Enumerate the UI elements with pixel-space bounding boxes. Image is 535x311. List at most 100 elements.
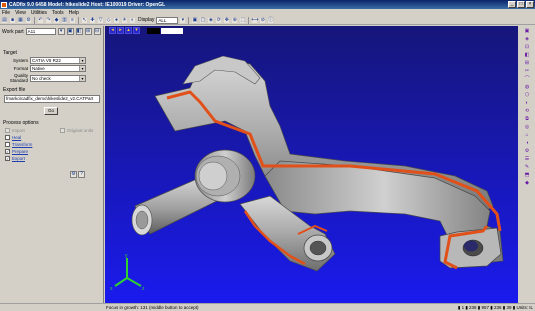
close-button[interactable]: ×	[526, 1, 534, 8]
undo-icon[interactable]: ↶	[37, 16, 44, 24]
shaded-icon[interactable]: ●	[113, 16, 120, 24]
process-settings-icon[interactable]: ⚙	[70, 171, 77, 178]
tool-icon-10[interactable]: ◐	[522, 100, 532, 107]
redo-icon[interactable]: ↷	[45, 16, 52, 24]
heal-checkbox[interactable]	[5, 135, 10, 140]
tool-icon-12[interactable]: ⧉	[522, 116, 532, 123]
tool-icon-8[interactable]: ◍	[522, 84, 532, 91]
display-dropdown-icon[interactable]: ▾	[179, 16, 187, 24]
filter-icon[interactable]: ▽	[97, 16, 104, 24]
tool-icon-15[interactable]: ◑	[522, 140, 532, 147]
system-select[interactable]: CATIA V5 R22 ▾	[30, 57, 86, 64]
tool-icon-19[interactable]: ⬒	[522, 172, 532, 179]
option-export[interactable]: ✓ Export	[5, 156, 25, 161]
part-tool-icon-1[interactable]: ▣	[66, 28, 74, 35]
section-icon[interactable]: ⊘	[259, 16, 267, 24]
heal-label: Heal	[12, 135, 22, 140]
status-message: Focus in growth: 131 (middle button to a…	[106, 305, 199, 310]
pick-icon[interactable]: ✚	[89, 16, 96, 24]
swatch-black[interactable]	[147, 27, 160, 34]
process-help-icon[interactable]: ?	[78, 171, 85, 178]
option-original-units[interactable]: Original units	[60, 128, 93, 133]
chevron-down-icon[interactable]: ▾	[79, 58, 85, 63]
work-part-select[interactable]: A11	[25, 28, 56, 35]
part-tool-icon-2[interactable]: ◧	[75, 28, 83, 35]
tool-icon-5[interactable]: ⊞	[522, 60, 532, 67]
tool-icon-6[interactable]: ✂	[522, 68, 532, 75]
tool-icon-4[interactable]: ◧	[522, 52, 532, 59]
export-group-title: Export file	[3, 87, 26, 93]
original-units-checkbox[interactable]	[60, 128, 65, 133]
view-iso-icon[interactable]: ◈	[207, 16, 215, 24]
export-file-input[interactable]: fmarko\cadfix_demo\hikeslide2_v2.CATPart	[4, 95, 100, 103]
open-icon[interactable]: ▤	[1, 16, 8, 24]
view-nav-icon-4[interactable]: ▾	[133, 27, 140, 34]
menu-file[interactable]: File	[2, 10, 10, 16]
window-title: CADfix 9.0 6458 Model: hikeslide2 Host: …	[9, 1, 166, 8]
model-icon[interactable]: ◆	[53, 16, 60, 24]
rotate-icon[interactable]: ⟳	[215, 16, 223, 24]
tool-icon-1[interactable]: ▣	[522, 28, 532, 35]
tool-icon-2[interactable]: ◈	[522, 36, 532, 43]
view-top-icon[interactable]: ▢	[199, 16, 207, 24]
tool-icon-14[interactable]: ⌂	[522, 132, 532, 139]
import-label: Import	[12, 128, 25, 133]
minimize-button[interactable]: _	[508, 1, 516, 8]
info-icon[interactable]: ⓘ	[267, 16, 275, 24]
view-front-icon[interactable]: ▣	[191, 16, 199, 24]
pan-icon[interactable]: ✥	[223, 16, 231, 24]
settings-icon[interactable]: ⚙	[25, 16, 32, 24]
work-part-dropdown-icon[interactable]: ▾	[57, 28, 65, 35]
tool-icon-13[interactable]: ◎	[522, 124, 532, 131]
menu-help[interactable]: Help	[69, 10, 79, 16]
format-select[interactable]: Native ▾	[30, 65, 86, 72]
print-icon[interactable]: ▦	[17, 16, 24, 24]
part-tool-icon-4[interactable]: ⊟	[93, 28, 101, 35]
prepare-checkbox[interactable]: ✓	[5, 149, 10, 154]
option-import[interactable]: Import	[5, 128, 25, 133]
menu-tools[interactable]: Tools	[52, 10, 64, 16]
part-tool-icon-3[interactable]: ⊞	[84, 28, 92, 35]
quality-select[interactable]: No check ▾	[30, 74, 86, 82]
display-select[interactable]: ALL	[156, 16, 179, 24]
transform-label: Transform	[12, 142, 33, 147]
option-heal[interactable]: Heal	[5, 135, 21, 140]
target-group-title: Target	[3, 50, 17, 56]
display-mode-icon[interactable]: ◐	[129, 16, 136, 24]
swatch-white[interactable]	[161, 27, 183, 34]
prepare-label: Prepare	[12, 149, 29, 154]
export-checkbox[interactable]: ✓	[5, 156, 10, 161]
tool-icon-20[interactable]: ◆	[522, 180, 532, 187]
lighting-icon[interactable]: ☀	[121, 16, 128, 24]
menu-utilities[interactable]: Utilities	[31, 10, 47, 16]
view-nav-icon-1[interactable]: ◂	[109, 27, 116, 34]
select-icon[interactable]: ↖	[81, 16, 88, 24]
zoom-icon[interactable]: ⊕	[231, 16, 239, 24]
fit-icon[interactable]: ⬚	[239, 16, 247, 24]
tool-icon-17[interactable]: ☰	[522, 156, 532, 163]
menu-view[interactable]: View	[15, 10, 26, 16]
option-transform[interactable]: Transform	[5, 142, 32, 147]
option-prepare[interactable]: ✓ Prepare	[5, 149, 28, 154]
wireframe-icon[interactable]: ◇	[105, 16, 112, 24]
view-nav-icon-3[interactable]: ▴	[125, 27, 132, 34]
chevron-down-icon[interactable]: ▾	[79, 75, 85, 81]
maximize-button[interactable]: □	[517, 1, 525, 8]
tool-icon-3[interactable]: ⊡	[522, 44, 532, 51]
graphics-viewport[interactable]: y x z	[105, 26, 518, 303]
tool-icon-9[interactable]: ⬡	[522, 92, 532, 99]
tool-icon-11[interactable]: ⟲	[522, 108, 532, 115]
import-checkbox[interactable]	[5, 128, 10, 133]
save-icon[interactable]: ■	[9, 16, 16, 24]
layers-icon[interactable]: ≡	[69, 16, 76, 24]
go-button[interactable]: Go	[44, 107, 58, 115]
view-nav-icon-2[interactable]: ▸	[117, 27, 124, 34]
export-label: Export	[12, 156, 26, 161]
tool-icon-18[interactable]: ✎	[522, 164, 532, 171]
transform-checkbox[interactable]	[5, 142, 10, 147]
measure-icon[interactable]: ⟷	[251, 16, 259, 24]
tool-icon-16[interactable]: ⚙	[522, 148, 532, 155]
tool-icon-7[interactable]: ⌒	[522, 76, 532, 83]
chevron-down-icon[interactable]: ▾	[79, 66, 85, 71]
tree-icon[interactable]: ▥	[61, 16, 68, 24]
